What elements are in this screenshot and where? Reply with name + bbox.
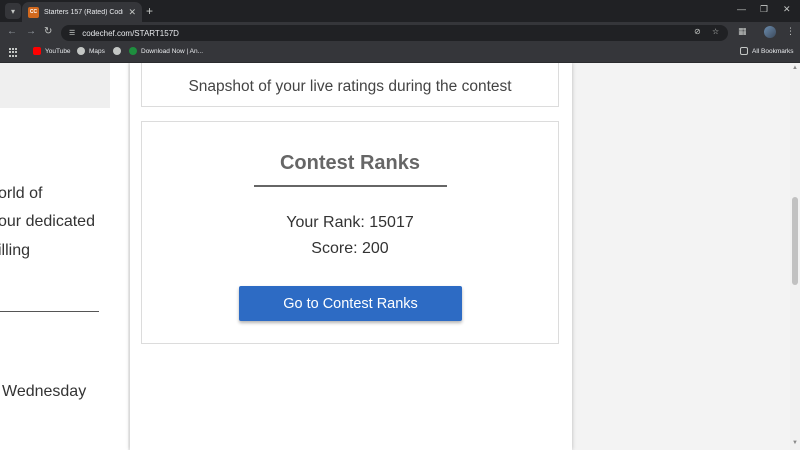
bookmark-maps[interactable]: Maps [77,47,105,55]
contest-ranks-card: Contest Ranks Your Rank: 15017 Score: 20… [141,121,559,344]
minimize-icon[interactable]: — [737,4,746,14]
bookmark-star-icon[interactable]: ☆ [712,27,719,36]
codechef-favicon-icon: CC [28,6,39,18]
bookmark-globe[interactable] [113,47,125,55]
bookmarks-bar: YouTube Maps Download Now | An... All Bo… [0,43,800,63]
reload-icon[interactable]: ↻ [44,25,52,39]
window-close-icon[interactable]: ✕ [783,4,791,15]
left-gray-block [0,63,110,108]
url-text: codechef.com/START157D [82,28,179,38]
download-site-icon [129,47,137,55]
restore-icon[interactable]: ❐ [760,4,768,15]
apps-grid-icon[interactable] [9,48,18,57]
go-to-contest-ranks-button[interactable]: Go to Contest Ranks [239,286,462,321]
browser-toolbar: ← → ↻ ☰ codechef.com/START157D ⊘ ☆ ▦ ⋮ [0,22,800,43]
bookmark-download[interactable]: Download Now | An... [129,47,203,55]
scrollbar-thumb[interactable] [792,197,798,285]
snapshot-card: Snapshot of your live ratings during the… [141,63,559,107]
eye-off-icon[interactable]: ⊘ [694,27,701,36]
menu-kebab-icon[interactable]: ⋮ [786,26,795,37]
tab-close-icon[interactable]: ✕ [128,7,136,18]
your-rank-text: Your Rank: 15017 [286,214,414,231]
title-underline [254,185,447,187]
left-divider [0,311,99,312]
page-viewport: orld of our dedicated illing Wednesday S… [0,63,800,450]
all-bookmarks[interactable]: All Bookmarks [740,47,794,55]
scroll-up-icon[interactable]: ▲ [792,65,798,71]
profile-avatar[interactable] [764,26,776,38]
tab-bar: ▾ CC Starters 157 (Rated) Coding Co ✕ + … [0,0,800,22]
contest-main-panel: Snapshot of your live ratings during the… [130,63,572,450]
snapshot-text: Snapshot of your live ratings during the… [188,77,512,95]
folder-icon [740,47,748,55]
page-scrollbar[interactable]: ▲ ▼ [790,63,800,450]
score-text: Score: 200 [311,240,389,257]
tab-search-icon[interactable]: ▾ [5,3,21,19]
globe-icon [113,47,121,55]
site-info-icon[interactable]: ☰ [69,29,75,37]
left-text-line: Wednesday [2,383,87,400]
new-tab-icon[interactable]: + [146,3,153,19]
back-arrow-icon[interactable]: ← [7,25,17,39]
left-content-panel: orld of our dedicated illing Wednesday [0,63,128,450]
browser-tab-active[interactable]: CC Starters 157 (Rated) Coding Co ✕ [22,2,142,22]
left-text-line: illing [0,242,31,259]
address-bar[interactable]: ☰ codechef.com/START157D ⊘ ☆ [61,25,728,41]
tab-title: Starters 157 (Rated) Coding Co [44,8,123,16]
forward-arrow-icon[interactable]: → [26,25,36,39]
contest-ranks-title: Contest Ranks [279,152,421,174]
youtube-icon [33,47,41,55]
left-text-line: our dedicated [0,213,95,230]
extensions-icon[interactable]: ▦ [738,26,747,37]
scroll-down-icon[interactable]: ▼ [792,440,798,446]
left-text-line: orld of [0,185,43,202]
bookmark-youtube[interactable]: YouTube [33,47,71,55]
maps-icon [77,47,85,55]
